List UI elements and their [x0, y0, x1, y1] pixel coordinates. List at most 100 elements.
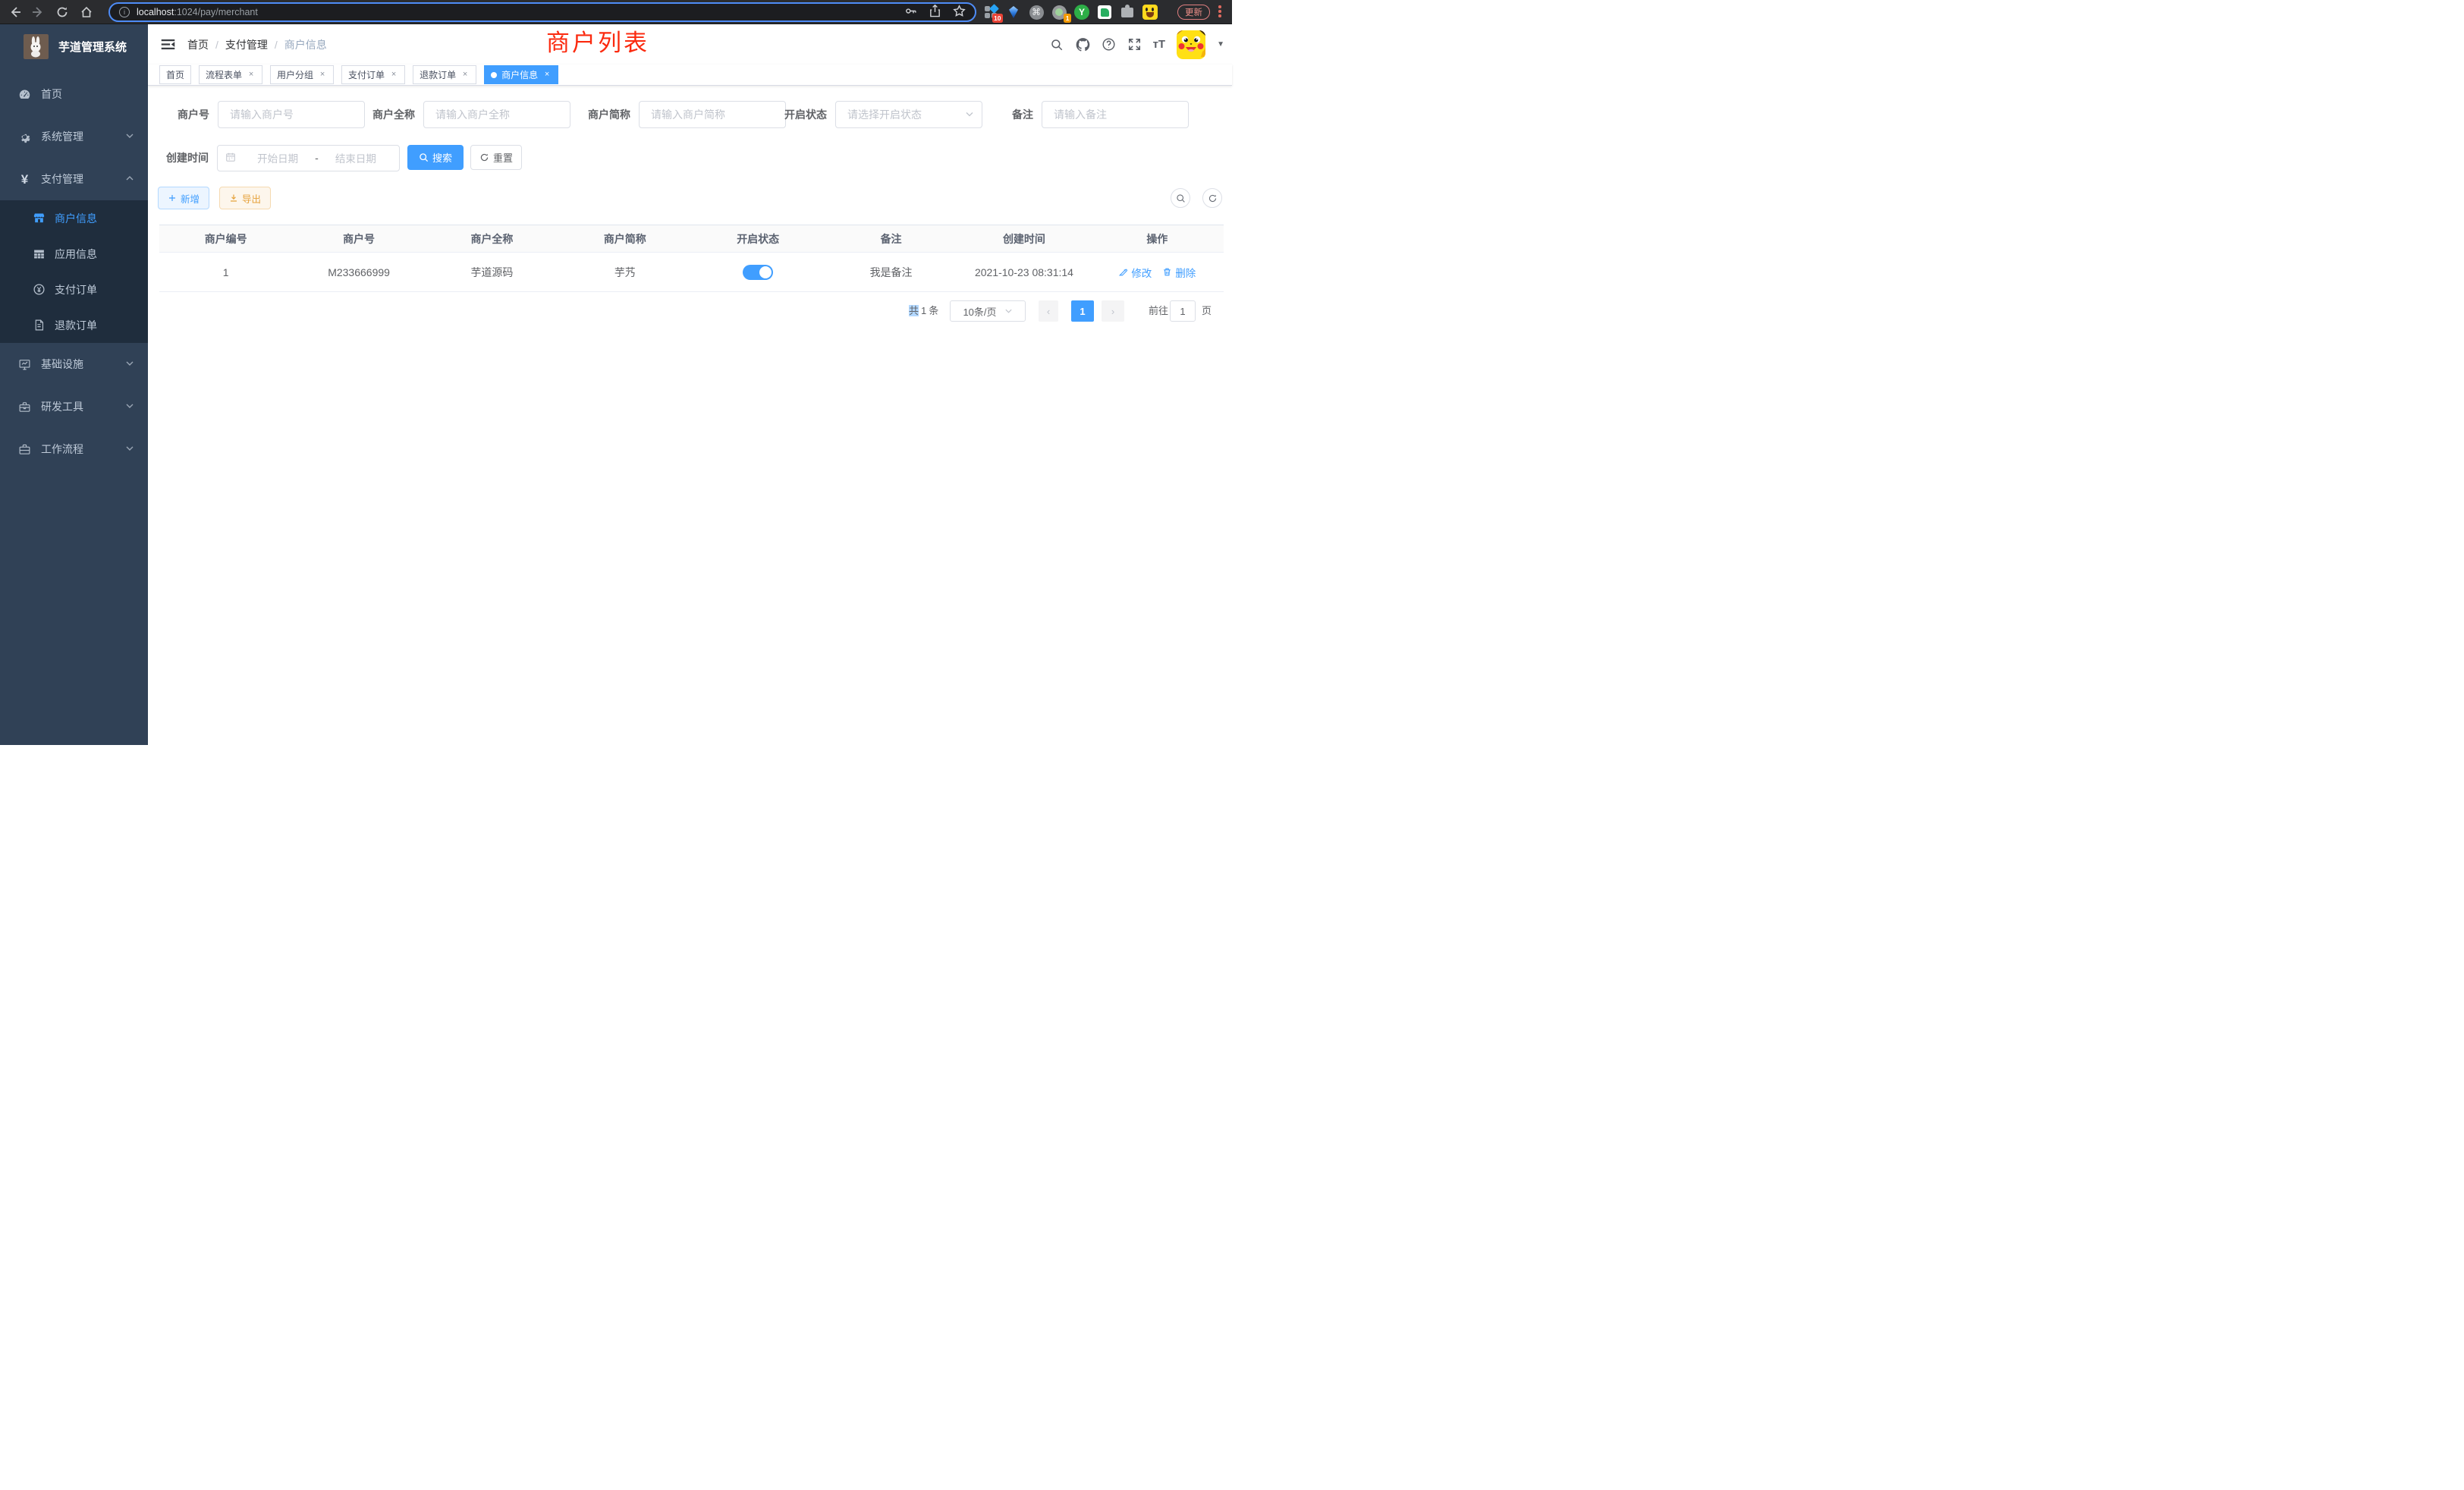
sidebar-item-system[interactable]: 系统管理 [0, 115, 148, 158]
filter-full-name: 商户全称 [353, 101, 570, 128]
extension-notes-icon[interactable] [1097, 5, 1112, 20]
add-button[interactable]: 新增 [158, 187, 209, 209]
edit-link[interactable]: 修改 [1118, 265, 1152, 280]
password-key-icon[interactable] [904, 5, 917, 20]
extension-puzzle-icon[interactable] [1120, 5, 1135, 20]
gear-icon [18, 130, 31, 143]
extension-emoji-icon[interactable] [1142, 5, 1158, 20]
close-icon[interactable]: × [460, 71, 470, 79]
full-name-input[interactable] [423, 101, 570, 128]
current-page-button[interactable]: 1 [1071, 300, 1094, 322]
field-label: 备注 [986, 107, 1033, 122]
calendar-icon [225, 152, 236, 165]
sidebar-menu: 首页 系统管理 ¥ 支付管理 商户信息 应用信息 [0, 73, 148, 470]
sidebar-item-merchant-info[interactable]: 商户信息 [0, 200, 148, 236]
app-logo [24, 34, 49, 59]
browser-update-button[interactable]: 更新 [1177, 5, 1210, 20]
tab-home[interactable]: 首页 [159, 65, 191, 84]
status-toggle[interactable] [743, 265, 773, 280]
date-range-picker[interactable]: 开始日期 - 结束日期 [217, 145, 400, 171]
close-icon[interactable]: × [389, 71, 398, 79]
browser-forward-icon[interactable] [27, 0, 49, 24]
sidebar-item-home[interactable]: 首页 [0, 73, 148, 115]
prev-page-button[interactable]: ‹ [1039, 300, 1058, 322]
field-label: 商户号 [159, 107, 209, 122]
sidebar: 芋道管理系统 首页 系统管理 ¥ 支付管理 商户信息 [0, 24, 148, 745]
browser-menu-icon[interactable] [1218, 5, 1221, 17]
extensions-area: 10 ⌘ 1 Y [983, 0, 1158, 24]
help-icon[interactable] [1102, 37, 1116, 52]
filter-short-name: 商户简称 [573, 101, 786, 128]
col-header: 开启状态 [692, 231, 825, 247]
share-icon[interactable] [929, 5, 941, 20]
sidebar-item-dev-tools[interactable]: 研发工具 [0, 385, 148, 428]
avatar[interactable] [1177, 30, 1205, 59]
app-title: 芋道管理系统 [58, 39, 127, 55]
field-label: 开启状态 [770, 107, 827, 122]
extension-command-icon[interactable]: ⌘ [1029, 5, 1044, 20]
github-icon[interactable] [1076, 37, 1090, 52]
download-icon [229, 193, 238, 203]
tab-refund-orders[interactable]: 退款订单× [413, 65, 476, 84]
page-size-select[interactable]: 10条/页 [950, 300, 1026, 322]
sidebar-item-payment[interactable]: ¥ 支付管理 [0, 158, 148, 200]
site-info-icon[interactable]: i [119, 7, 130, 17]
refresh-table-button[interactable] [1202, 188, 1222, 208]
next-page-button[interactable]: › [1102, 300, 1124, 322]
collapse-sidebar-icon[interactable] [160, 36, 176, 52]
sidebar-item-refund-orders[interactable]: 退款订单 [0, 307, 148, 343]
close-icon[interactable]: × [247, 71, 256, 79]
sidebar-item-infrastructure[interactable]: 基础设施 [0, 343, 148, 385]
sidebar-item-app-info[interactable]: 应用信息 [0, 236, 148, 272]
close-icon[interactable]: × [318, 71, 327, 79]
export-button[interactable]: 导出 [219, 187, 271, 209]
sidebar-item-payment-orders[interactable]: 支付订单 [0, 272, 148, 307]
caret-down-icon[interactable]: ▼ [1217, 40, 1224, 49]
sidebar-item-workflow[interactable]: 工作流程 [0, 428, 148, 470]
show-search-toggle-button[interactable] [1171, 188, 1190, 208]
sidebar-item-label: 系统管理 [41, 129, 83, 144]
merchant-no-input[interactable] [218, 101, 365, 128]
yen-icon: ¥ [18, 173, 31, 186]
browser-reload-icon[interactable] [52, 0, 73, 24]
fullscreen-icon[interactable] [1127, 37, 1142, 52]
filter-create-time: 创建时间 开始日期 - 结束日期 [148, 144, 400, 171]
short-name-input[interactable] [639, 101, 786, 128]
remark-input[interactable] [1042, 101, 1189, 128]
close-icon[interactable]: × [542, 71, 552, 79]
breadcrumb-home[interactable]: 首页 [187, 37, 209, 52]
breadcrumb-payment[interactable]: 支付管理 [225, 37, 268, 52]
total-count: 共1条 [909, 300, 938, 322]
tags-view-bar: 首页 流程表单× 用户分组× 支付订单× 退款订单× 商户信息× [148, 64, 1232, 86]
merchant-table: 商户编号 商户号 商户全称 商户简称 开启状态 备注 创建时间 操作 1 M23… [159, 225, 1224, 292]
briefcase-icon [18, 443, 31, 456]
extension-y-icon[interactable]: Y [1074, 5, 1089, 20]
cell-full-name: 芋道源码 [426, 265, 558, 280]
proxy-badge: 1 [1064, 14, 1071, 23]
app-logo-row[interactable]: 芋道管理系统 [0, 24, 148, 68]
address-bar[interactable]: i localhost:1024/pay/merchant [108, 2, 976, 22]
browser-home-icon[interactable] [76, 0, 97, 24]
status-select[interactable]: 请选择开启状态 [835, 101, 982, 128]
chevron-up-icon [125, 173, 134, 185]
tab-merchant-info[interactable]: 商户信息× [484, 65, 558, 84]
tab-payment-orders[interactable]: 支付订单× [341, 65, 405, 84]
monitor-icon [18, 358, 31, 371]
goto-page-input[interactable] [1170, 300, 1196, 322]
search-button[interactable]: 搜索 [407, 145, 464, 170]
delete-link[interactable]: 删除 [1162, 265, 1196, 280]
top-navbar: 首页 / 支付管理 / 商户信息 тT ▼ [148, 24, 1232, 64]
bookmark-star-icon[interactable] [953, 5, 966, 20]
col-header: 操作 [1091, 231, 1224, 247]
browser-back-icon[interactable] [5, 0, 26, 24]
search-icon[interactable] [1050, 37, 1064, 52]
extension-proxy-icon[interactable]: 1 [1051, 5, 1067, 20]
reset-button[interactable]: 重置 [470, 145, 522, 170]
extension-grid-icon[interactable]: 10 [983, 5, 998, 20]
sidebar-item-label: 商户信息 [55, 211, 97, 226]
sidebar-item-label: 研发工具 [41, 399, 83, 414]
tab-user-group[interactable]: 用户分组× [270, 65, 334, 84]
tab-process-form[interactable]: 流程表单× [199, 65, 262, 84]
font-size-icon[interactable]: тT [1153, 38, 1166, 51]
extension-gem-icon[interactable] [1006, 5, 1021, 20]
